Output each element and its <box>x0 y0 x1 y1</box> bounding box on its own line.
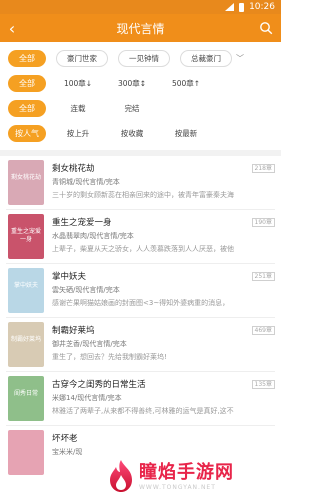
book-list: 剩女桃花劫 剩女桃花劫 218章 青铜城/现代言情/完本 三十岁的剩女顾新蕊在相亲… <box>0 156 281 480</box>
book-title: 制霸好莱坞 <box>52 326 95 336</box>
book-cover: 重生之宠爱一身 <box>8 214 44 259</box>
filter-option[interactable]: 完结 <box>110 100 154 117</box>
book-cover: 剩女桃花劫 <box>8 160 44 205</box>
signal-icon <box>224 3 235 11</box>
book-title: 重生之宠爱一身 <box>52 218 112 228</box>
search-icon[interactable] <box>259 21 273 35</box>
book-description: 林雅活了两辈子,从来都不得善终,可林雅的运气是真好,这不 <box>52 407 234 415</box>
book-meta: 水晶翡翠肉/现代言情/完本 <box>52 232 134 240</box>
book-meta: 米娜14/现代言情/完本 <box>52 394 122 402</box>
filter-all-button[interactable]: 全部 <box>8 100 46 117</box>
book-description: 重生了，想回去？先给我制霸好莱坞! <box>52 353 167 361</box>
sort-popularity-button[interactable]: 按人气 <box>8 125 46 142</box>
filter-option[interactable]: 豪门世家 <box>56 50 108 67</box>
chevron-down-icon[interactable]: ﹀ <box>236 53 244 64</box>
book-item[interactable]: 掌中妖夫 掌中妖夫 251章 雲矢硒/现代言情/完本 感谢芒果啊猫姑娘画的封面图<… <box>6 264 275 318</box>
book-title: 古穿今之闺秀的日常生活 <box>52 380 146 390</box>
book-cover <box>8 430 44 475</box>
status-bar: 10:26 <box>0 0 281 14</box>
watermark-name: 瞳焰手游网 <box>139 461 234 483</box>
filter-all-button[interactable]: 全部 <box>8 50 46 67</box>
title-bar: ‹ 现代言情 <box>0 14 281 42</box>
back-button[interactable]: ‹ <box>0 14 24 42</box>
sort-option[interactable]: 按最新 <box>164 125 208 142</box>
book-item[interactable]: 重生之宠爱一身 重生之宠爱一身 190章 水晶翡翠肉/现代言情/完本 上辈子，柴夏… <box>6 210 275 264</box>
filter-row-length: 全部 100章↓ 300章↕ 500章↑ <box>8 71 275 96</box>
filter-option[interactable]: 500章↑ <box>164 75 208 92</box>
filter-row-sort: 按人气 按上升 按收藏 按最新 <box>8 121 275 146</box>
filter-option[interactable]: 总裁豪门 <box>180 50 232 67</box>
book-title: 掌中妖夫 <box>52 272 87 282</box>
book-description: 上辈子，柴夏从天之骄女，人人羡慕跌落到人人厌恶，被他 <box>52 245 234 253</box>
book-meta: 御井芝香/现代言情/完本 <box>52 340 127 348</box>
book-title: 剩女桃花劫 <box>52 164 95 174</box>
watermark-url: WWW.TONGYAN.NET <box>139 483 216 491</box>
page-title: 现代言情 <box>116 21 165 36</box>
book-cover: 闺秀日常 <box>8 376 44 421</box>
filter-option[interactable]: 一见钟情 <box>118 50 170 67</box>
chapter-count-badge: 135章 <box>251 379 275 389</box>
sort-option[interactable]: 按收藏 <box>110 125 154 142</box>
book-item[interactable]: 制霸好莱坞 制霸好莱坞 469章 御井芝香/现代言情/完本 重生了，想回去？先给我… <box>6 318 275 372</box>
book-description: 感谢芒果啊猫姑娘画的封面图<3~得知外婆病重的消息， <box>52 299 230 307</box>
watermark: 瞳焰手游网 WWW.TONGYAN.NET <box>107 456 277 496</box>
battery-icon <box>239 2 245 12</box>
book-cover: 掌中妖夫 <box>8 268 44 313</box>
status-time: 10:26 <box>249 2 275 12</box>
filter-row-status: 全部 连载 完结 <box>8 96 275 121</box>
filter-panel: 全部 豪门世家 一见钟情 总裁豪门 ﹀ 全部 100章↓ 300章↕ 500章↑… <box>0 42 281 150</box>
chapter-count-badge: 469章 <box>251 325 275 335</box>
filter-option[interactable]: 连载 <box>56 100 100 117</box>
book-item[interactable]: 剩女桃花劫 剩女桃花劫 218章 青铜城/现代言情/完本 三十岁的剩女顾新蕊在相亲… <box>6 156 275 210</box>
book-description: 三十岁的剩女顾新蕊在相亲回来的途中，被青年富豪秦夫海 <box>52 191 234 199</box>
chevron-left-icon: ‹ <box>8 18 16 38</box>
filter-option[interactable]: 100章↓ <box>56 75 100 92</box>
flame-logo-icon <box>110 460 132 492</box>
filter-all-button[interactable]: 全部 <box>8 75 46 92</box>
book-cover: 制霸好莱坞 <box>8 322 44 367</box>
chapter-count-badge: 190章 <box>251 217 275 227</box>
chapter-count-badge: 251章 <box>251 271 275 281</box>
book-item[interactable]: 闺秀日常 古穿今之闺秀的日常生活 135章 米娜14/现代言情/完本 林雅活了两辈… <box>6 372 275 426</box>
sort-option[interactable]: 按上升 <box>56 125 100 142</box>
book-title: 坏坏老 <box>52 434 78 444</box>
book-meta: 青铜城/现代言情/完本 <box>52 178 120 186</box>
book-meta: 雲矢硒/现代言情/完本 <box>52 286 120 294</box>
chapter-count-badge: 218章 <box>251 163 275 173</box>
filter-row-category: 全部 豪门世家 一见钟情 总裁豪门 ﹀ <box>8 46 275 71</box>
filter-option[interactable]: 300章↕ <box>110 75 154 92</box>
